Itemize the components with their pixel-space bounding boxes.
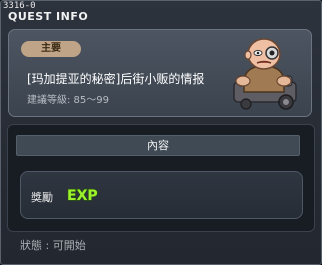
- quest-status: 狀態 : 可開始: [20, 239, 86, 252]
- quest-name: [玛加提亚的秘密]后街小贩的情报: [27, 72, 205, 86]
- window-title: QUEST INFO: [8, 10, 89, 23]
- exp-icon-text: EXP: [67, 188, 98, 203]
- recommended-level: 建議等級: 85～99: [27, 95, 109, 106]
- exp-reward-icon[interactable]: EXP: [66, 186, 100, 203]
- npc-portrait-icon: [233, 38, 297, 110]
- reward-box: [20, 171, 303, 219]
- quest-category-badge: 主要: [21, 41, 81, 57]
- reward-label: 獎勵: [31, 191, 53, 204]
- content-header: 內容: [16, 135, 300, 156]
